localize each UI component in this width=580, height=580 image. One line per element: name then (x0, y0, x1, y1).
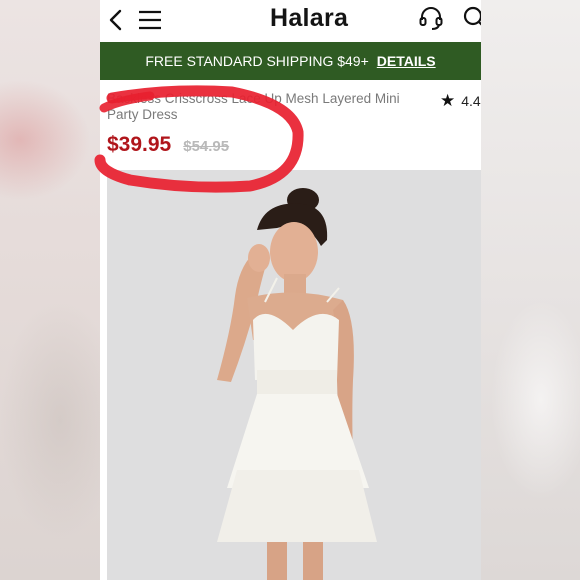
shipping-banner: FREE STANDARD SHIPPING $49+ DETAILS (100, 42, 481, 80)
brand-logo[interactable]: Halara (270, 4, 348, 33)
product-rating[interactable]: ★ 4.4 (440, 92, 481, 109)
price-row: $39.95 $54.95 (107, 133, 229, 157)
headset-icon[interactable] (418, 5, 444, 31)
hamburger-menu-icon[interactable] (138, 8, 162, 32)
phone-screen: Halara FREE STANDARD SHIPPING $49+ DETAI… (100, 0, 481, 580)
model-illustration (217, 188, 377, 580)
original-price: $54.95 (183, 138, 230, 155)
top-nav-bar: Halara (100, 0, 481, 42)
background-blur-right (481, 0, 580, 580)
star-icon: ★ (440, 91, 456, 110)
search-icon[interactable] (462, 5, 481, 29)
shipping-banner-text: FREE STANDARD SHIPPING $49+ (145, 53, 369, 69)
rating-value: 4.4 (461, 92, 481, 109)
shipping-details-link[interactable]: DETAILS (377, 53, 436, 69)
background-blur-left (0, 0, 100, 580)
chevron-left-icon[interactable] (106, 8, 126, 32)
current-price: $39.95 (107, 133, 172, 156)
product-title: Backless Crisscross Lace Up Mesh Layered… (107, 91, 400, 122)
product-image[interactable] (107, 170, 481, 580)
